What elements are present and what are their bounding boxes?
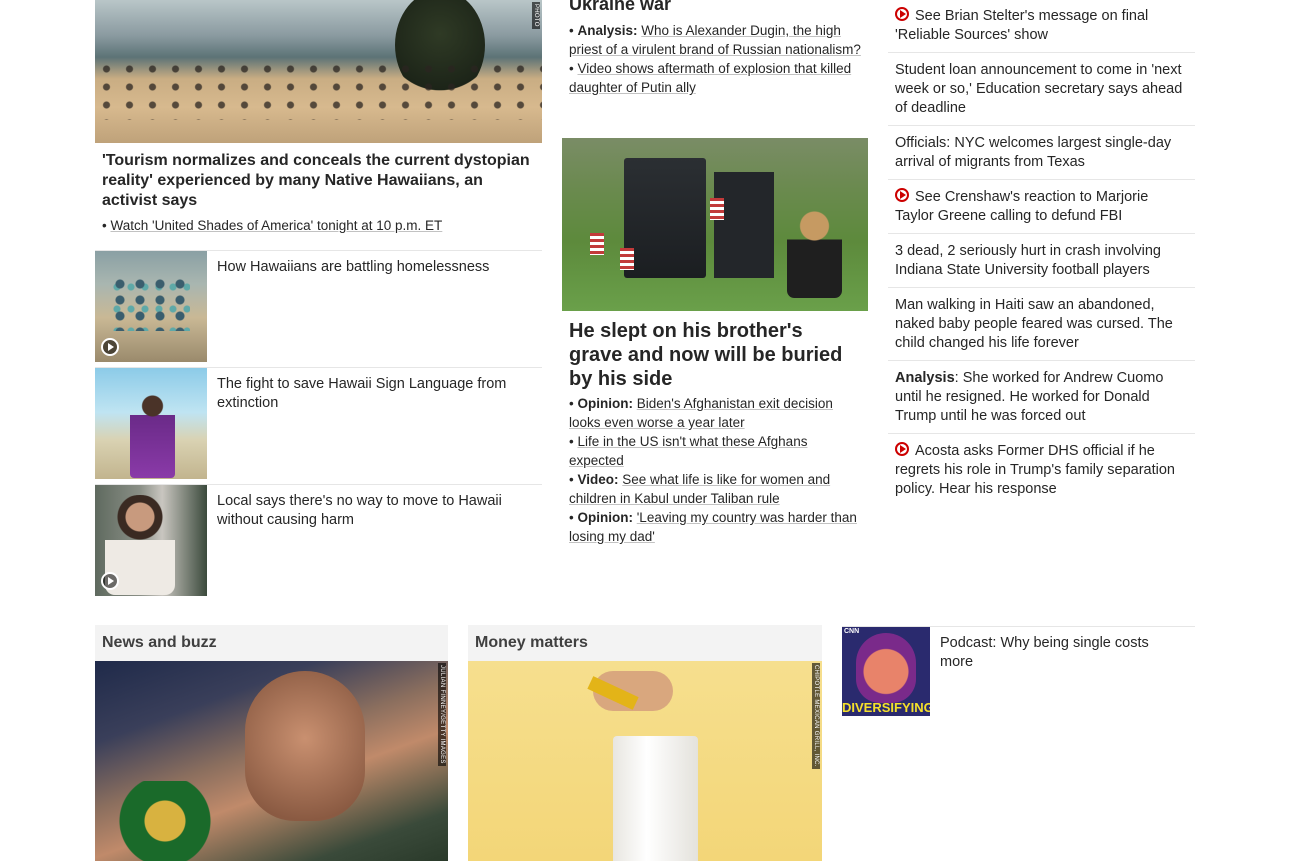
candle-cup-shape (613, 736, 698, 861)
thumbnail-homelessness[interactable] (95, 251, 207, 362)
news-and-buzz-section: News and buzz (95, 625, 448, 661)
podcast-art-label: DIVERSIFYING (842, 700, 930, 715)
section-heading: News and buzz (95, 625, 448, 661)
hero-bullet-link[interactable]: Watch 'United Shades of America' tonight… (110, 218, 442, 233)
money-matters-section: Money matters (468, 625, 822, 661)
section-heading: Money matters (468, 625, 822, 661)
person-shape (787, 208, 842, 298)
photo-credit: JULIAN FINNEY/GETTY IMAGES (438, 663, 446, 766)
ukraine-heading[interactable]: Ukraine war (562, 0, 678, 14)
afghanistan-bullets: • Opinion: Biden's Afghanistan exit deci… (562, 394, 868, 546)
column-right: See Brian Stelter's message on final 'Re… (888, 0, 1195, 506)
bullet-item: • Life in the US isn't what these Afghan… (562, 432, 868, 470)
gravestone-shape (714, 172, 774, 278)
thumbnail-local[interactable] (95, 485, 207, 596)
flag-shape (590, 233, 604, 255)
play-icon (101, 338, 119, 356)
bullet-item: • Opinion: 'Leaving my country was harde… (562, 508, 868, 546)
hero-bullet: • Watch 'United Shades of America' tonig… (95, 211, 542, 235)
list-item-sign-language[interactable]: The fight to save Hawaii Sign Language f… (95, 367, 542, 484)
flag-shape (620, 248, 634, 270)
bullet-prefix: Video: (577, 472, 619, 487)
headline-text[interactable]: Man walking in Haiti saw an abandoned, n… (895, 297, 1173, 351)
photo-credit: CHIPOTLE MEXICAN GRILL, INC. (812, 663, 820, 769)
headline-text[interactable]: See Brian Stelter's message on final 'Re… (895, 8, 1148, 43)
beach-crowd-shape (95, 60, 542, 120)
video-play-icon (895, 188, 909, 202)
headline-item[interactable]: 3 dead, 2 seriously hurt in crash involv… (888, 234, 1195, 288)
hero-beach-image[interactable]: PHOTO (95, 0, 542, 143)
headline-item[interactable]: See Brian Stelter's message on final 'Re… (888, 0, 1195, 53)
podcast-label[interactable]: Podcast: Why being single costs more (930, 627, 1195, 716)
bullet-item: • Video: See what life is like for women… (562, 470, 868, 508)
photo-credit: PHOTO (532, 2, 540, 29)
headline-item[interactable]: Student loan announcement to come in 'ne… (888, 53, 1195, 126)
headline-text[interactable]: See Crenshaw's reaction to Marjorie Tayl… (895, 189, 1148, 224)
column-left: PHOTO 'Tourism normalizes and conceals t… (95, 0, 542, 601)
news-image[interactable]: JULIAN FINNEY/GETTY IMAGES (95, 661, 448, 861)
boxer-head-shape (245, 671, 365, 821)
hero-headline-link[interactable]: 'Tourism normalizes and conceals the cur… (95, 143, 542, 211)
podcast-item[interactable]: CNN DIVERSIFYING Podcast: Why being sing… (842, 626, 1195, 716)
grave-image[interactable] (562, 138, 868, 311)
headline-text[interactable]: Student loan announcement to come in 'ne… (895, 62, 1182, 116)
headline-text[interactable]: Acosta asks Former DHS official if he re… (895, 443, 1175, 497)
ukraine-bullets: • Analysis: Who is Alexander Dugin, the … (562, 21, 868, 97)
main-headline[interactable]: He slept on his brother's grave and now … (562, 319, 868, 391)
list-item-label[interactable]: How Hawaiians are battling homelessness (207, 251, 499, 367)
video-play-icon (895, 7, 909, 21)
list-item-homelessness[interactable]: How Hawaiians are battling homelessness (95, 250, 542, 367)
headline-text[interactable]: Officials: NYC welcomes largest single-d… (895, 135, 1171, 170)
headline-item[interactable]: Officials: NYC welcomes largest single-d… (888, 126, 1195, 180)
headline-prefix: Analysis (895, 370, 955, 386)
money-image[interactable]: CHIPOTLE MEXICAN GRILL, INC. (468, 661, 822, 861)
list-item-label[interactable]: Local says there's no way to move to Haw… (207, 485, 542, 601)
headline-item[interactable]: Man walking in Haiti saw an abandoned, n… (888, 288, 1195, 361)
play-icon (101, 572, 119, 590)
video-play-icon (895, 442, 909, 456)
list-item-move-to-hawaii[interactable]: Local says there's no way to move to Haw… (95, 484, 542, 601)
bullet-item: • Video shows aftermath of explosion tha… (562, 59, 868, 97)
bullet-link[interactable]: Video shows aftermath of explosion that … (569, 61, 851, 95)
headline-item[interactable]: See Crenshaw's reaction to Marjorie Tayl… (888, 180, 1195, 234)
flag-shape (710, 198, 724, 220)
belt-shape (105, 781, 225, 861)
bullet-prefix: Opinion: (577, 510, 633, 525)
gravestone-shape (624, 158, 706, 278)
cnn-logo-icon: CNN (844, 628, 860, 635)
thumbnail-sign-language[interactable] (95, 368, 207, 479)
list-item-label[interactable]: The fight to save Hawaii Sign Language f… (207, 368, 542, 484)
bullet-prefix: Opinion: (577, 396, 633, 411)
headline-text[interactable]: 3 dead, 2 seriously hurt in crash involv… (895, 243, 1161, 278)
bullet-item: • Analysis: Who is Alexander Dugin, the … (562, 21, 868, 59)
headline-item[interactable]: Acosta asks Former DHS official if he re… (888, 434, 1195, 506)
headline-item[interactable]: Analysis: She worked for Andrew Cuomo un… (888, 361, 1195, 434)
bullet-prefix: Analysis: (577, 23, 638, 38)
bullet-item: • Opinion: Biden's Afghanistan exit deci… (562, 394, 868, 432)
bullet-link[interactable]: Life in the US isn't what these Afghans … (569, 434, 807, 468)
podcast-artwork[interactable]: CNN DIVERSIFYING (842, 627, 930, 716)
